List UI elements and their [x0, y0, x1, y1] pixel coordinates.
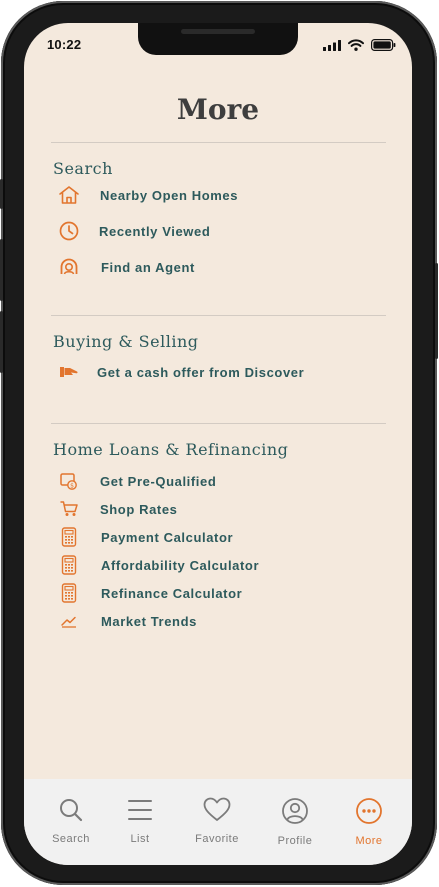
menu-item-label: Payment Calculator [101, 529, 234, 545]
divider [51, 142, 386, 143]
speaker [181, 29, 255, 34]
menu-item-refinance-calculator[interactable]: Refinance Calculator [54, 581, 242, 605]
menu-item-label: Shop Rates [100, 501, 178, 517]
svg-text:$: $ [70, 482, 74, 489]
calculator-icon [54, 554, 84, 576]
cash-offer-icon [54, 361, 84, 383]
tab-more[interactable]: More [334, 797, 404, 847]
section-title-home-loans: Home Loans & Refinancing [53, 440, 289, 459]
volume-down-button [0, 311, 3, 373]
search-icon [60, 799, 83, 822]
trend-chart-icon [54, 610, 84, 632]
heart-icon [203, 797, 231, 821]
profile-icon [282, 798, 308, 824]
menu-item-label: Recently Viewed [99, 223, 211, 239]
signal-icon [323, 39, 341, 51]
house-icon [54, 184, 84, 206]
menu-item-nearby-open-homes[interactable]: Nearby Open Homes [54, 183, 238, 207]
menu-item-cash-offer[interactable]: Get a cash offer from Discover [54, 360, 304, 384]
list-icon [128, 800, 152, 820]
tab-favorite[interactable]: Favorite [182, 797, 252, 845]
agent-icon [54, 256, 84, 278]
menu-item-shop-rates[interactable]: Shop Rates [54, 497, 178, 521]
notch [138, 23, 298, 55]
screen: 10:22 More Search Nearby Open Homes Rece… [24, 23, 412, 865]
status-time: 10:22 [47, 37, 82, 52]
menu-item-get-prequalified[interactable]: $ Get Pre-Qualified [54, 469, 216, 493]
wifi-icon [348, 39, 364, 51]
section-title-buying-selling: Buying & Selling [53, 332, 199, 351]
menu-item-recently-viewed[interactable]: Recently Viewed [54, 219, 210, 243]
calculator-icon [54, 526, 84, 548]
tab-label: Search [52, 833, 90, 845]
menu-item-label: Get Pre-Qualified [100, 473, 217, 489]
tab-label: Favorite [195, 833, 239, 845]
tab-label: Profile [277, 835, 313, 847]
status-icons [323, 39, 396, 51]
menu-item-affordability-calculator[interactable]: Affordability Calculator [54, 553, 259, 577]
tab-label: List [130, 833, 150, 845]
menu-item-label: Nearby Open Homes [100, 187, 239, 203]
power-button [435, 263, 438, 359]
menu-item-label: Refinance Calculator [101, 585, 243, 601]
tab-list[interactable]: List [105, 797, 175, 845]
menu-item-market-trends[interactable]: Market Trends [54, 609, 197, 633]
more-icon [356, 798, 382, 824]
calculator-icon [54, 582, 84, 604]
divider [51, 315, 386, 316]
prequalified-icon: $ [54, 470, 84, 492]
menu-item-find-an-agent[interactable]: Find an Agent [54, 255, 195, 279]
page-title: More [176, 93, 260, 126]
clock-icon [54, 220, 84, 242]
volume-up-button [0, 239, 3, 301]
phone-frame: 10:22 More Search Nearby Open Homes Rece… [0, 1, 438, 885]
mute-switch [0, 179, 3, 209]
menu-item-label: Affordability Calculator [101, 557, 260, 573]
menu-item-payment-calculator[interactable]: Payment Calculator [54, 525, 233, 549]
tab-profile[interactable]: Profile [260, 797, 330, 847]
menu-item-label: Get a cash offer from Discover [97, 364, 305, 380]
menu-item-label: Market Trends [101, 613, 197, 629]
section-title-search: Search [53, 159, 113, 178]
tab-bar: Search List Favorite Profile More [24, 779, 412, 865]
divider [51, 423, 386, 424]
tab-search[interactable]: Search [36, 797, 106, 845]
menu-item-label: Find an Agent [101, 259, 195, 275]
battery-icon [371, 39, 396, 51]
cart-icon [54, 498, 84, 520]
tab-label: More [355, 835, 383, 847]
